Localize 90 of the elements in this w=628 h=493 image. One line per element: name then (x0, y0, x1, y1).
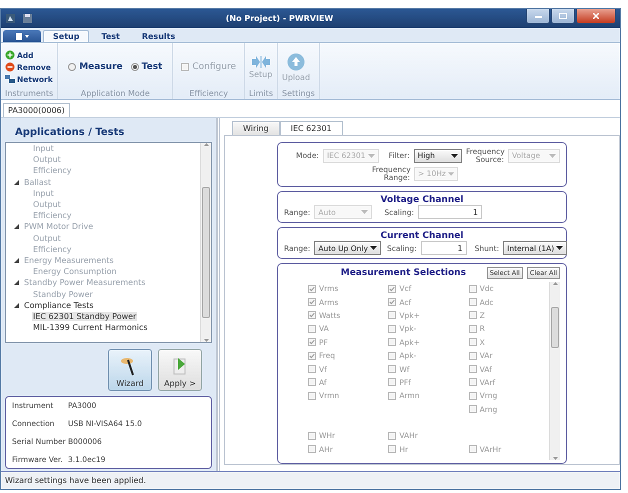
checkbox[interactable] (388, 378, 396, 386)
checkbox[interactable] (308, 365, 316, 374)
group-label: Settings (282, 89, 315, 99)
document-tab[interactable]: PA3000(0006) (3, 103, 70, 117)
scroll-down-icon[interactable] (204, 339, 208, 342)
apply-button[interactable]: Apply > (158, 349, 202, 391)
checkbox[interactable] (468, 284, 477, 293)
dropdown-arrow-icon (549, 154, 556, 158)
status-bar: Wizard settings have been applied. (1, 471, 620, 489)
dropdown-arrow-icon (450, 154, 458, 158)
close-icon (593, 13, 599, 19)
minus-icon (5, 62, 15, 72)
checkbox[interactable] (388, 365, 396, 374)
group-label: Efficiency (188, 89, 229, 99)
checkbox[interactable] (468, 445, 477, 454)
checkbox[interactable] (468, 298, 477, 306)
radio-button[interactable]: Test (130, 62, 162, 72)
dropdown-arrow-icon (361, 210, 368, 214)
checkbox[interactable] (388, 338, 396, 346)
checkbox[interactable] (468, 352, 477, 360)
dropdown-arrow-icon (448, 172, 454, 176)
group-label: Application Mode (80, 89, 151, 99)
dropdown-arrow-icon (370, 246, 377, 250)
window-title: (No Project) - PWRVIEW (224, 14, 334, 23)
scrollbar[interactable] (549, 282, 560, 460)
scrollbar-thumb[interactable] (551, 306, 559, 348)
checkbox[interactable] (468, 338, 477, 346)
ribbon-tab[interactable]: Test (91, 30, 130, 42)
checkbox[interactable] (468, 405, 477, 414)
wizard-button[interactable]: Wizard (108, 349, 152, 391)
checkbox[interactable] (388, 311, 396, 320)
ribbon-tab[interactable]: Setup (43, 30, 90, 42)
app-icon[interactable] (5, 13, 16, 24)
dropdown-arrow-icon (368, 154, 375, 158)
panel-title: Applications / Tests (14, 126, 126, 140)
scrollbar-thumb[interactable] (202, 186, 210, 318)
scroll-up-icon[interactable] (204, 143, 208, 146)
checkbox[interactable] (468, 365, 477, 374)
maximize-button[interactable] (551, 9, 575, 24)
tree-item[interactable]: MIL-1399 Current Harmonics (32, 323, 149, 332)
arrows-icon (252, 56, 270, 68)
maximize-icon (559, 13, 567, 19)
scrollbar[interactable] (200, 143, 211, 342)
scroll-down-icon[interactable] (552, 457, 558, 460)
checkbox[interactable] (388, 284, 396, 293)
upload-icon (287, 52, 305, 70)
checkbox[interactable] (388, 352, 396, 360)
checkbox[interactable] (308, 324, 316, 333)
checkbox[interactable] (388, 432, 396, 440)
dropdown-arrow-icon (556, 246, 564, 250)
checkbox[interactable] (468, 311, 477, 320)
minimize-icon (534, 14, 542, 18)
checkbox[interactable] (308, 311, 316, 320)
network-icon (5, 74, 15, 84)
tree-item[interactable]: Compliance Tests (23, 300, 95, 310)
group-label: Instruments (5, 89, 54, 99)
checkbox[interactable] (308, 392, 316, 400)
checkbox[interactable] (308, 445, 316, 454)
checkbox[interactable] (468, 392, 477, 400)
scroll-up-icon[interactable] (552, 282, 558, 285)
checkbox[interactable] (308, 378, 316, 386)
group-title: Current Channel (380, 231, 464, 241)
checkbox[interactable] (308, 338, 316, 346)
group-title: Measurement Selections (340, 268, 467, 278)
checkbox[interactable] (468, 324, 477, 333)
document-icon (15, 32, 29, 40)
group-title: Voltage Channel (380, 195, 464, 205)
expanded-arrow-icon[interactable] (14, 302, 19, 308)
checkbox[interactable] (388, 392, 396, 400)
minimize-button[interactable] (526, 9, 550, 24)
checkbox[interactable] (388, 445, 396, 454)
scaling-field[interactable]: 1 (418, 205, 482, 219)
ribbon-tab[interactable]: Results (132, 30, 186, 42)
save-icon[interactable] (22, 13, 33, 24)
plus-icon (5, 50, 15, 60)
checkbox[interactable] (308, 284, 316, 293)
panel-tab[interactable]: IEC 62301 (280, 121, 343, 135)
checkbox[interactable] (388, 324, 396, 333)
checkbox[interactable] (308, 432, 316, 440)
group-label: Limits (248, 89, 273, 99)
close-button[interactable] (576, 9, 616, 24)
radio-button[interactable]: Measure (68, 62, 123, 72)
checkbox[interactable] (388, 298, 396, 306)
file-menu-button[interactable] (3, 30, 41, 42)
checkbox[interactable] (308, 352, 316, 360)
checkbox[interactable] (468, 378, 477, 386)
panel-tab[interactable]: Wiring (232, 121, 280, 135)
tree-item[interactable]: IEC 62301 Standby Power (32, 312, 138, 321)
scaling-field[interactable]: 1 (420, 241, 467, 255)
checkbox[interactable] (308, 298, 316, 306)
